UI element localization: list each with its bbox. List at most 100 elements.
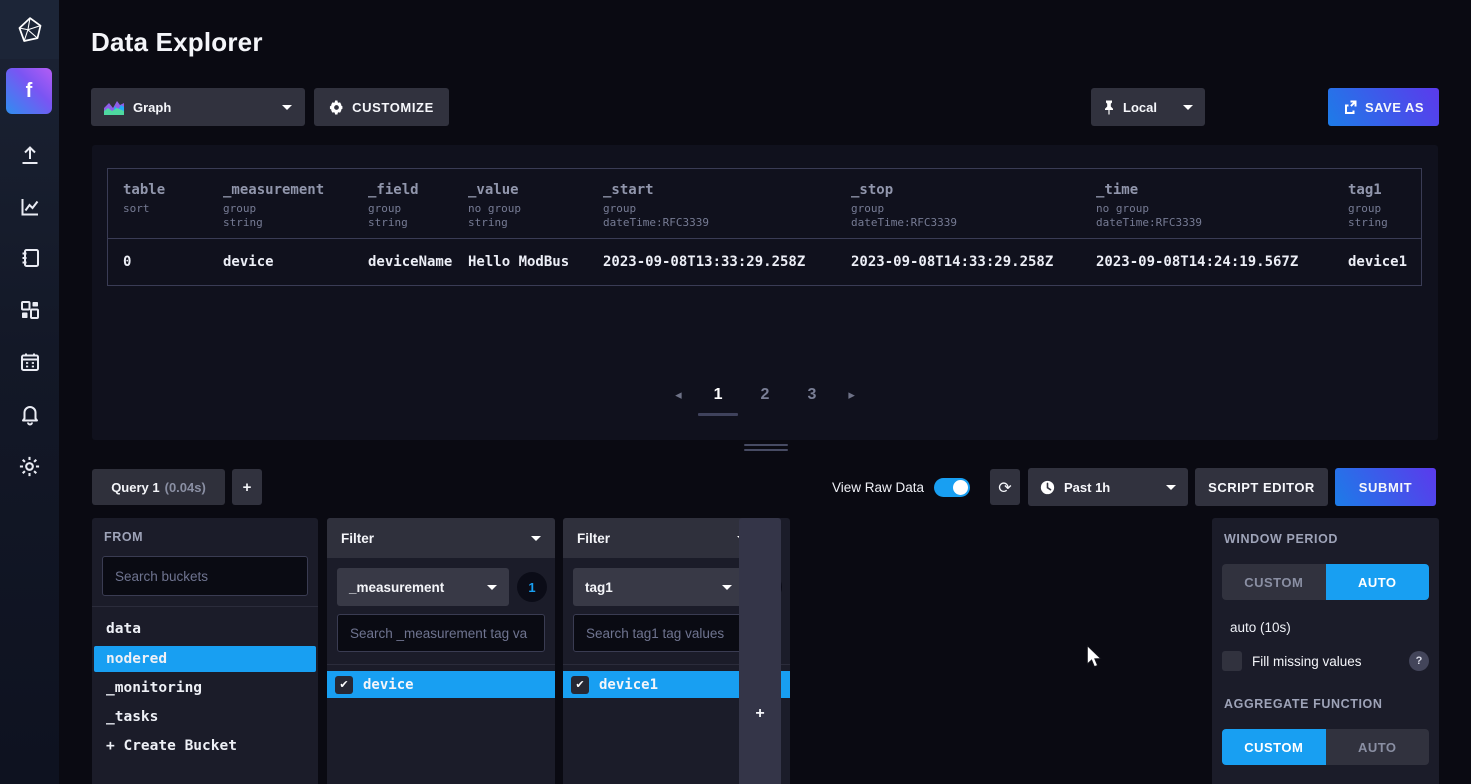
tag-value-search-input[interactable] <box>337 614 545 652</box>
cell: 2023-09-08T14:24:19.567Z <box>1096 239 1348 285</box>
add-query-button[interactable]: + <box>232 469 262 505</box>
tag-value-label: device <box>363 677 414 693</box>
refresh-button[interactable]: ⟳ <box>990 469 1020 505</box>
bucket-item-nodered-selected[interactable]: nodered <box>94 646 316 672</box>
page-button-2[interactable]: 2 <box>755 386 776 404</box>
checkbox-checked[interactable]: ✔ <box>335 676 353 694</box>
create-bucket-button[interactable]: + Create Bucket <box>94 732 316 761</box>
bucket-item-data[interactable]: data <box>94 615 316 644</box>
column-header[interactable]: _stopgroupdateTime:RFC3339 <box>851 169 1096 238</box>
data-explorer-icon[interactable] <box>0 192 59 222</box>
raw-data-panel: tablesort _measurementgroupstring _field… <box>92 145 1438 440</box>
cell: device <box>223 239 368 285</box>
plus-icon: + <box>755 705 764 723</box>
mouse-cursor <box>1085 645 1103 674</box>
prev-page-icon[interactable]: ◂ <box>675 388 682 403</box>
submit-button[interactable]: SUBMIT <box>1335 468 1436 506</box>
chevron-down-icon <box>1183 105 1193 110</box>
table-header-row: tablesort _measurementgroupstring _field… <box>108 169 1421 239</box>
cell: device1 <box>1348 239 1421 285</box>
tag-key-dropdown[interactable]: _measurement <box>337 568 509 606</box>
filter-card-measurement: Filter _measurement 1 ✔ device <box>327 518 555 784</box>
alerts-bell-icon[interactable] <box>0 399 59 429</box>
table-row: 0 device deviceName Hello ModBus 2023-09… <box>108 239 1421 285</box>
save-as-button[interactable]: SAVE AS <box>1328 88 1439 126</box>
influxdb-logo[interactable] <box>0 0 59 59</box>
chevron-down-icon <box>282 105 292 110</box>
avatar-letter: f <box>26 80 33 103</box>
chevron-down-icon <box>531 536 541 541</box>
fill-missing-checkbox[interactable] <box>1222 651 1242 671</box>
chevron-down-icon <box>722 585 732 590</box>
fill-missing-label: Fill missing values <box>1252 654 1362 669</box>
query-tab-name: Query 1 <box>111 480 159 495</box>
filter-type-dropdown[interactable]: Filter <box>327 518 555 558</box>
cell: 0 <box>123 239 223 285</box>
tag-value-item-device[interactable]: ✔ device <box>327 671 555 698</box>
filter-type-dropdown[interactable]: Filter <box>563 518 761 558</box>
column-header[interactable]: _valueno groupstring <box>468 169 603 238</box>
dashboards-icon[interactable] <box>0 295 59 325</box>
bucket-item-tasks[interactable]: _tasks <box>94 703 316 732</box>
data-explorer-app: f Data Explorer <box>0 0 1471 784</box>
nav-sidebar: f <box>0 0 59 784</box>
filter-type-label: Filter <box>341 531 374 546</box>
next-page-icon[interactable]: ▸ <box>848 388 855 403</box>
view-raw-data-toggle[interactable] <box>934 478 970 497</box>
cell: Hello ModBus <box>468 239 603 285</box>
query-tab[interactable]: Query 1 (0.04s) <box>92 469 225 505</box>
bucket-search-input[interactable] <box>102 556 308 596</box>
raw-data-table: tablesort _measurementgroupstring _field… <box>107 168 1422 286</box>
view-type-dropdown[interactable]: Graph <box>91 88 305 126</box>
page-button-1[interactable]: 1 <box>708 386 729 404</box>
influxdb-cubo-icon <box>16 16 44 44</box>
aggregate-auto-button[interactable]: AUTO <box>1326 729 1430 765</box>
settings-gear-icon[interactable] <box>0 451 59 481</box>
variables-location-dropdown[interactable]: Local <box>1091 88 1205 126</box>
chevron-down-icon <box>1166 485 1176 490</box>
cell: 2023-09-08T14:33:29.258Z <box>851 239 1096 285</box>
column-header[interactable]: _timeno groupdateTime:RFC3339 <box>1096 169 1348 238</box>
page-title: Data Explorer <box>91 27 263 58</box>
column-header[interactable]: tablesort <box>123 169 223 238</box>
tasks-calendar-icon[interactable] <box>0 347 59 377</box>
query-toolbar: Query 1 (0.04s) + View Raw Data ⟳ Past 1… <box>92 469 1436 505</box>
query-duration: (0.04s) <box>165 480 206 495</box>
customize-button[interactable]: CUSTOMIZE <box>314 88 449 126</box>
window-period-panel: WINDOW PERIOD CUSTOM AUTO auto (10s) Fil… <box>1212 518 1439 784</box>
pagination: ◂ 1 2 3 ▸ <box>92 386 1438 404</box>
tag-key-label: tag1 <box>585 580 613 595</box>
export-icon <box>1343 100 1357 114</box>
window-auto-button[interactable]: AUTO <box>1326 564 1430 600</box>
notebooks-icon[interactable] <box>0 243 59 273</box>
column-header[interactable]: _measurementgroupstring <box>223 169 368 238</box>
pin-icon <box>1103 100 1115 115</box>
gear-icon <box>329 100 344 115</box>
add-filter-card-button[interactable]: + <box>739 518 781 784</box>
window-custom-button[interactable]: CUSTOM <box>1222 564 1326 600</box>
panel-resize-handle[interactable] <box>744 444 788 454</box>
aggregate-custom-button[interactable]: CUSTOM <box>1222 729 1326 765</box>
view-type-label: Graph <box>133 100 171 115</box>
auto-window-value: auto (10s) <box>1230 620 1429 635</box>
column-header[interactable]: tag1groupstring <box>1348 169 1421 238</box>
user-avatar[interactable]: f <box>6 68 52 114</box>
help-icon[interactable]: ? <box>1409 651 1429 671</box>
tag-value-label: device1 <box>599 677 658 693</box>
from-title: FROM <box>104 530 308 544</box>
window-period-segmented: CUSTOM AUTO <box>1222 564 1429 600</box>
upload-icon[interactable] <box>0 140 59 170</box>
column-header[interactable]: _startgroupdateTime:RFC3339 <box>603 169 851 238</box>
time-range-dropdown[interactable]: Past 1h <box>1028 468 1188 506</box>
location-label: Local <box>1123 100 1157 115</box>
page-button-3[interactable]: 3 <box>801 386 822 404</box>
script-editor-button[interactable]: SCRIPT EDITOR <box>1195 468 1328 506</box>
fill-missing-values-row: Fill missing values ? <box>1222 651 1429 671</box>
checkbox-checked[interactable]: ✔ <box>571 676 589 694</box>
bucket-item-monitoring[interactable]: _monitoring <box>94 674 316 703</box>
cell: deviceName <box>368 239 468 285</box>
tag-key-dropdown[interactable]: tag1 <box>573 568 744 606</box>
column-header[interactable]: _fieldgroupstring <box>368 169 468 238</box>
customize-label: CUSTOMIZE <box>352 100 434 115</box>
save-as-label: SAVE AS <box>1365 100 1424 115</box>
